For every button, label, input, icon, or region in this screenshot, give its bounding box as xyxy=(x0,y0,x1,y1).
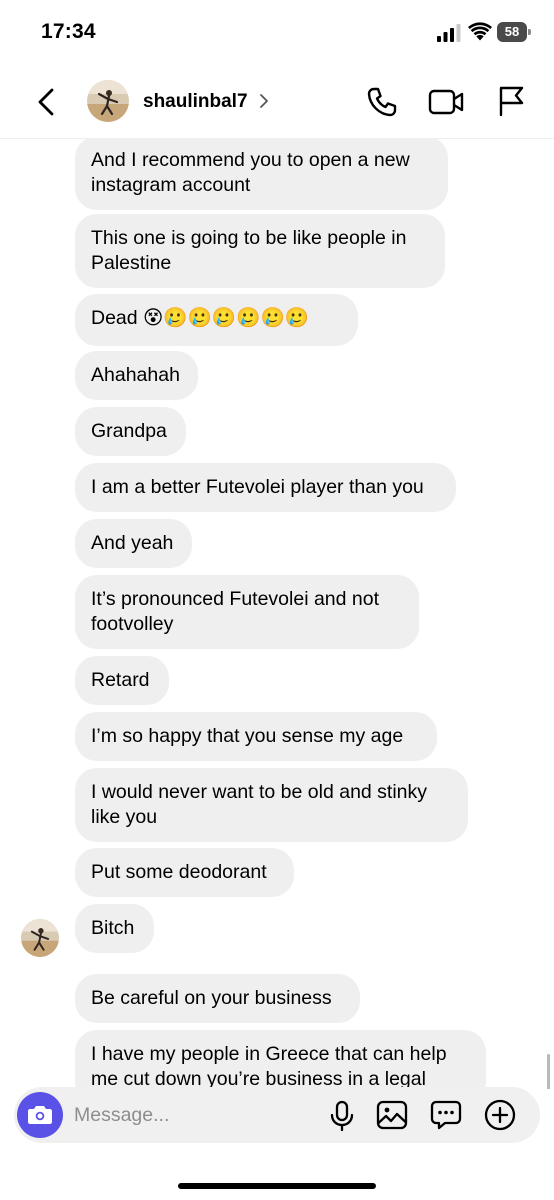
message-bubble[interactable]: Dead 😵🥲🥲🥲🥲🥲🥲 xyxy=(75,294,358,346)
video-camera-icon[interactable] xyxy=(428,88,464,116)
message-text: And yeah xyxy=(91,532,174,554)
chat-header: shaulinbal7 xyxy=(0,66,554,139)
message-bubble[interactable]: It’s pronounced Futevolei and not footvo… xyxy=(75,575,419,649)
image-icon[interactable] xyxy=(376,1100,408,1130)
chevron-left-icon[interactable] xyxy=(34,86,60,118)
wifi-icon xyxy=(468,22,492,41)
chevron-right-icon[interactable] xyxy=(258,93,270,109)
flag-icon[interactable] xyxy=(497,85,525,117)
message-thread[interactable]: And I recommend you to open a new instag… xyxy=(0,139,554,1089)
message-input[interactable] xyxy=(74,1087,314,1143)
message-text: Grandpa xyxy=(91,420,167,442)
message-text: This one is going to be like people in P… xyxy=(91,227,407,274)
scrollbar[interactable] xyxy=(547,1054,550,1089)
status-bar: 17:34 58 xyxy=(0,0,554,66)
phone-icon[interactable] xyxy=(366,86,398,118)
camera-button[interactable] xyxy=(17,1092,63,1138)
message-text: Put some deodorant xyxy=(91,861,267,883)
message-bubble[interactable]: Grandpa xyxy=(75,407,186,456)
message-text: Ahahahah xyxy=(91,364,180,386)
message-bubble[interactable]: Bitch xyxy=(75,904,154,953)
message-text: Retard xyxy=(91,669,150,691)
message-text: I would never want to be old and stinky … xyxy=(91,781,428,828)
message-bubble[interactable]: Retard xyxy=(75,656,169,705)
message-bubble[interactable]: And I recommend you to open a new instag… xyxy=(75,139,448,210)
camera-icon xyxy=(28,1106,52,1124)
message-bubble[interactable]: I would never want to be old and stinky … xyxy=(75,768,468,842)
message-bubble[interactable]: And yeah xyxy=(75,519,192,568)
microphone-icon[interactable] xyxy=(328,1100,356,1132)
message-bubble[interactable]: Put some deodorant xyxy=(75,848,294,897)
message-text: I have my people in Greece that can help… xyxy=(91,1043,447,1089)
battery-icon: 58 xyxy=(497,22,531,42)
plus-circle-icon[interactable] xyxy=(484,1099,516,1131)
message-bubble[interactable]: I am a better Futevolei player than you xyxy=(75,463,456,512)
message-text: And I recommend you to open a new instag… xyxy=(91,149,410,196)
message-bubble[interactable]: Ahahahah xyxy=(75,351,198,400)
sender-avatar[interactable] xyxy=(21,919,59,957)
message-bubble[interactable]: Be careful on your business xyxy=(75,974,360,1023)
message-text: Be careful on your business xyxy=(91,987,332,1009)
home-indicator[interactable] xyxy=(178,1183,376,1189)
battery-level: 58 xyxy=(504,24,520,39)
sticker-icon[interactable] xyxy=(430,1100,462,1130)
message-bubble[interactable]: I’m so happy that you sense my age xyxy=(75,712,437,761)
message-bubble[interactable]: This one is going to be like people in P… xyxy=(75,214,445,288)
username[interactable]: shaulinbal7 xyxy=(143,91,248,113)
status-time: 17:34 xyxy=(41,20,96,43)
message-text: Bitch xyxy=(91,917,135,939)
avatar[interactable] xyxy=(87,80,129,122)
message-text: I’m so happy that you sense my age xyxy=(91,725,404,747)
message-composer xyxy=(14,1087,540,1143)
cellular-signal-icon xyxy=(437,24,461,42)
message-text: I am a better Futevolei player than you xyxy=(91,476,424,498)
message-bubble[interactable]: I have my people in Greece that can help… xyxy=(75,1030,486,1089)
message-text: It’s pronounced Futevolei and not footvo… xyxy=(91,588,380,635)
message-text: Dead 😵🥲🥲🥲🥲🥲🥲 xyxy=(91,307,310,329)
